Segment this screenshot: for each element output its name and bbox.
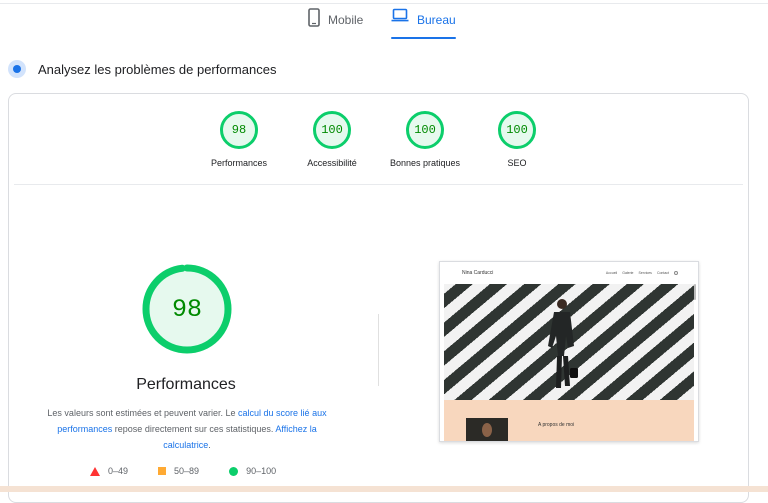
- desc-text-prefix: Les valeurs sont estimées et peuvent var…: [47, 408, 239, 418]
- desc-text-suffix: .: [208, 440, 211, 450]
- laptop-icon: [391, 8, 409, 22]
- gauge-performances[interactable]: 98 Performances: [199, 111, 279, 168]
- portrait-thumbnail: [466, 418, 508, 441]
- performance-title: Performances: [136, 376, 236, 393]
- smartphone-icon: [308, 8, 320, 27]
- gauge-bonnes-pratiques[interactable]: 100 Bonnes pratiques: [385, 111, 465, 168]
- desc-text-mid: repose directement sur ces statistiques.: [112, 424, 276, 434]
- tab-mobile-label: Mobile: [328, 13, 364, 27]
- site-header: Nina Carducci Accueil Galerie Services C…: [440, 262, 698, 284]
- score-legend: 0–49 50–89 90–100: [90, 466, 306, 476]
- tab-desktop-label: Bureau: [417, 13, 456, 27]
- triangle-icon: [90, 466, 100, 476]
- section-divider: [14, 184, 743, 185]
- bottom-edge: [0, 486, 768, 492]
- site-nav-item: Services: [638, 271, 652, 275]
- performance-score-value: 98: [171, 294, 202, 324]
- site-nav-item: Galerie: [622, 271, 634, 275]
- about-heading: A propos de moi: [538, 422, 575, 428]
- gauge-score: 100: [313, 111, 351, 149]
- site-name: Nina Carducci: [462, 270, 494, 276]
- circle-icon: [229, 466, 239, 476]
- legend-range: 0–49: [108, 466, 129, 476]
- tab-mobile[interactable]: Mobile: [308, 8, 363, 38]
- analysis-header: Analysez les problèmes de performances: [8, 60, 276, 78]
- performance-score-gauge: 98: [140, 262, 234, 356]
- lighthouse-status-icon: [8, 60, 26, 78]
- site-nav-item: Contact: [656, 271, 669, 275]
- site-nav: Accueil Galerie Services Contact: [606, 271, 678, 275]
- gauge-label: Accessibilité: [307, 158, 357, 168]
- vertical-separator: [378, 314, 379, 386]
- gauge-label: Bonnes pratiques: [389, 158, 461, 168]
- gauge-label: SEO: [507, 158, 527, 168]
- gauge-score: 100: [498, 111, 536, 149]
- legend-pass: 90–100: [229, 466, 276, 476]
- legend-range: 50–89: [174, 466, 200, 476]
- legend-range: 90–100: [246, 466, 277, 476]
- about-section: A propos de moi: [444, 400, 694, 441]
- gauge-label: Performances: [210, 158, 268, 168]
- legend-fail: 0–49: [90, 466, 128, 476]
- gauge-score: 100: [406, 111, 444, 149]
- instagram-icon: [674, 271, 678, 275]
- square-icon: [158, 467, 167, 475]
- legend-average: 50–89: [158, 466, 199, 476]
- screenshot-scrollbar: [694, 284, 696, 300]
- walking-man-figure: [548, 299, 578, 388]
- analysis-title: Analysez les problèmes de performances: [38, 61, 277, 77]
- gauge-accessibilite[interactable]: 100 Accessibilité: [292, 111, 372, 168]
- hero-photo: [444, 284, 694, 400]
- category-gauges: 98 Performances 100 Accessibilité 100 Bo…: [0, 111, 768, 181]
- gauge-score: 98: [220, 111, 258, 149]
- gauge-seo[interactable]: 100 SEO: [477, 111, 557, 168]
- final-screenshot[interactable]: Nina Carducci Accueil Galerie Services C…: [439, 261, 699, 442]
- device-tabs: Mobile Bureau: [0, 0, 768, 40]
- site-nav-item: Accueil: [605, 271, 618, 275]
- performance-description: Les valeurs sont estimées et peuvent var…: [40, 405, 334, 453]
- tab-desktop[interactable]: Bureau: [391, 8, 456, 39]
